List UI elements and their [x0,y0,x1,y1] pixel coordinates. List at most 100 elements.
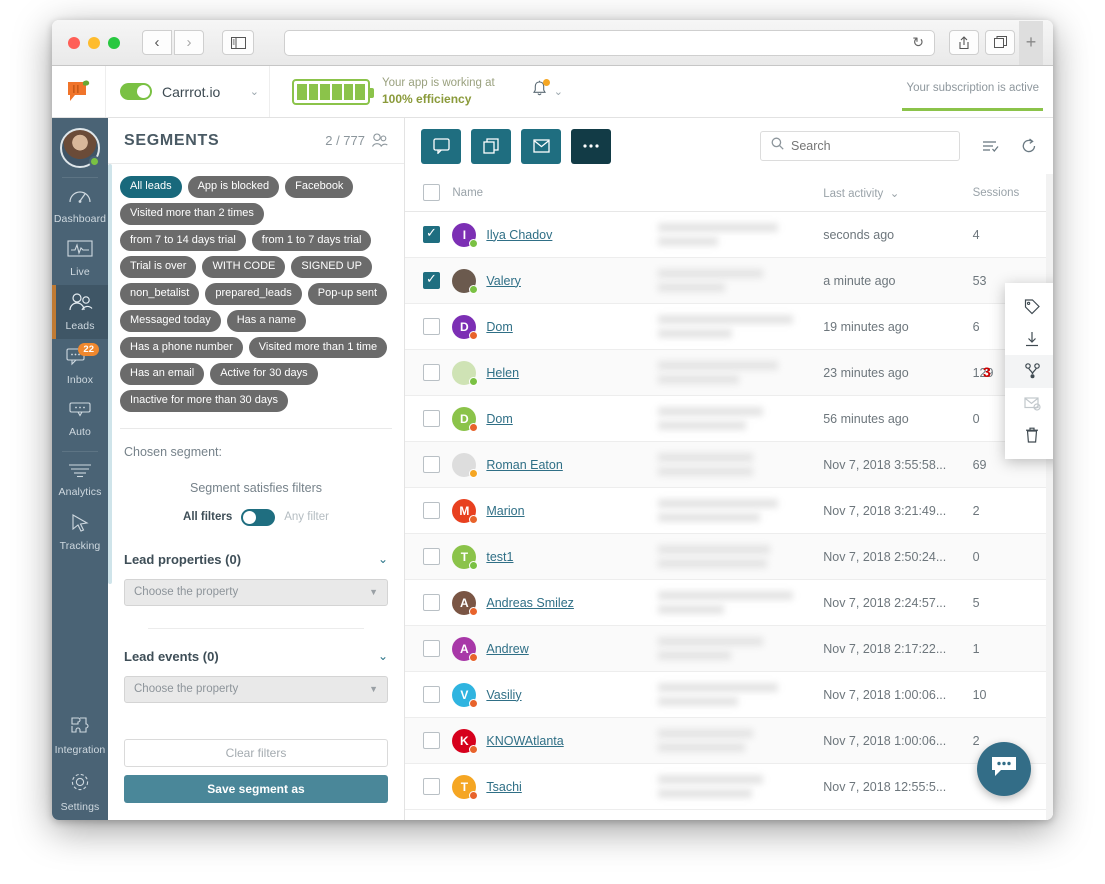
lead-name-link[interactable]: Helen [486,366,519,380]
column-header-activity[interactable]: Last activity ⌄ [823,174,973,212]
segment-tag[interactable]: Has an email [120,363,205,385]
sidebar-item-live[interactable]: Live [52,232,108,285]
chevron-down-icon[interactable]: ⌄ [887,188,900,200]
more-actions-button[interactable] [571,128,611,164]
table-row[interactable]: V Vasiliy Nov 7, 2018 1:00:06... 10 [405,671,1053,718]
search-field[interactable] [791,139,949,153]
table-row[interactable]: I Ilya Chadov seconds ago4 [405,211,1053,258]
lead-properties-select[interactable]: Choose the property ▼ [124,578,388,606]
sidebar-toggle-icon[interactable] [222,30,254,55]
minimize-window-button[interactable] [88,36,100,49]
notifications-button[interactable]: ⌄ [531,79,563,103]
refresh-icon[interactable] [1021,138,1037,154]
segment-tag[interactable]: from 7 to 14 days trial [120,229,246,252]
row-checkbox[interactable] [423,686,440,703]
table-row[interactable]: T Tsachi Nov 7, 2018 12:55:5... [405,763,1053,810]
row-checkbox[interactable] [423,548,440,565]
menu-item-add-tags-to-the-lead[interactable]: Add tags to the lead [1005,291,1053,323]
clear-filters-button[interactable]: Clear filters [124,738,388,767]
segment-tag[interactable]: Visited more than 1 time [248,336,388,359]
row-checkbox[interactable] [423,225,440,243]
lead-name-link[interactable]: Ilya Chadov [486,228,552,242]
lead-events-select[interactable]: Choose the property ▼ [124,675,388,703]
share-icon[interactable] [949,30,979,55]
segment-tag[interactable]: Pop-up sent [307,283,388,305]
segment-tag[interactable]: Visited more than 2 times [120,202,264,225]
maximize-window-button[interactable] [108,36,120,49]
segment-tag[interactable]: Messaged today [120,309,221,332]
lead-name-link[interactable]: Tsachi [486,780,521,794]
sidebar-item-integration[interactable]: Integration [52,706,108,763]
menu-item-merge-two-leads[interactable]: 3Merge two leads [983,355,1053,388]
chevron-down-icon[interactable]: ⌄ [378,649,388,663]
table-row[interactable]: Ttest1 Nov 7, 2018 2:50:24... 0 [405,533,1053,580]
carrot-logo-icon[interactable] [52,66,106,117]
segment-tag[interactable]: from 1 to 7 days trial [251,229,372,252]
table-row[interactable]: D Dom 56 minutes ago 0 [405,395,1053,442]
segments-scrollbar[interactable] [108,164,112,584]
row-checkbox[interactable] [423,271,440,289]
segment-tag[interactable]: Has a phone number [120,336,243,359]
lead-name-link[interactable]: Dom [486,320,512,334]
table-row[interactable]: D Dom 19 minutes ago 6 [405,303,1053,350]
reload-icon[interactable]: ↻ [912,34,924,51]
row-checkbox[interactable] [423,410,440,427]
lead-name-link[interactable]: Andrew [486,642,528,656]
table-row[interactable]: Roman Eaton Nov 7, 2018 3:55:58... 69 [405,441,1053,488]
row-checkbox[interactable] [423,594,440,611]
bell-icon[interactable] [531,79,550,103]
row-checkbox[interactable] [423,364,440,381]
table-scrollbar[interactable] [1046,174,1053,820]
table-row[interactable]: Valerya minute ago53 [405,257,1053,304]
segment-tag[interactable]: Trial is over [120,256,197,278]
sidebar-item-inbox[interactable]: 22 Inbox [52,339,108,393]
window-controls[interactable] [68,36,120,49]
lead-name-link[interactable]: KNOWAtlanta [486,734,563,748]
chat-widget-button[interactable] [977,742,1031,796]
site-enable-toggle[interactable] [120,83,152,100]
lead-name-link[interactable]: test1 [486,550,513,564]
column-header-sessions[interactable]: Sessions [972,174,1053,212]
sidebar-item-auto[interactable]: Auto [52,393,108,445]
chevron-down-icon[interactable]: ⌄ [554,85,563,98]
segment-tag[interactable]: WITH CODE [202,256,286,278]
row-checkbox[interactable] [423,640,440,657]
sidebar-item-analytics[interactable]: Analytics [52,454,108,505]
close-window-button[interactable] [68,36,80,49]
copy-button[interactable] [471,128,511,164]
row-checkbox[interactable] [423,778,440,795]
lead-name-link[interactable]: Marion [486,504,524,518]
chevron-down-icon[interactable]: ⌄ [378,552,388,566]
segment-tag[interactable]: Active for 30 days [210,363,318,385]
table-row[interactable]: M Marion Nov 7, 2018 3:21:49... 2 [405,487,1053,534]
lead-name-link[interactable]: Valery [486,274,521,288]
segment-tag[interactable]: Has a name [226,309,307,332]
lead-events-header[interactable]: Lead events (0) ⌄ [124,649,388,664]
table-row[interactable]: Helen 23 minutes ago 129 [405,349,1053,396]
send-message-button[interactable] [421,128,461,164]
lead-name-link[interactable]: Andreas Smilez [486,596,574,610]
row-checkbox[interactable] [423,456,440,473]
new-tab-button[interactable]: + [1019,20,1043,65]
address-bar[interactable]: ↻ [284,29,935,56]
segment-tag[interactable]: Facebook [285,176,354,198]
chevron-down-icon[interactable]: ⌄ [250,85,259,98]
segment-tag[interactable]: All leads [120,176,182,198]
row-checkbox[interactable] [423,502,440,519]
sidebar-item-leads[interactable]: Leads [52,285,108,339]
sidebar-item-tracking[interactable]: Tracking [52,505,108,559]
select-all-checkbox[interactable] [423,184,440,201]
segment-tag[interactable]: Inactive for more than 30 days [120,390,288,412]
sidebar-item-dashboard[interactable]: Dashboard [52,178,108,232]
send-email-button[interactable] [521,128,561,164]
menu-item-hide-leads[interactable]: Hide leads [1005,419,1053,451]
lead-name-link[interactable]: Vasiliy [486,688,521,702]
table-row[interactable]: K KNOWAtlanta Nov 7, 2018 1:00:06... 2 [405,717,1053,764]
row-checkbox[interactable] [423,318,440,335]
menu-item-export-leads[interactable]: Export leads [1005,323,1053,355]
forward-icon[interactable]: › [174,30,204,55]
segment-tag[interactable]: prepared_leads [205,283,302,305]
tabs-icon[interactable] [985,30,1015,55]
save-segment-button[interactable]: Save segment as [124,774,388,803]
row-checkbox[interactable] [423,732,440,749]
